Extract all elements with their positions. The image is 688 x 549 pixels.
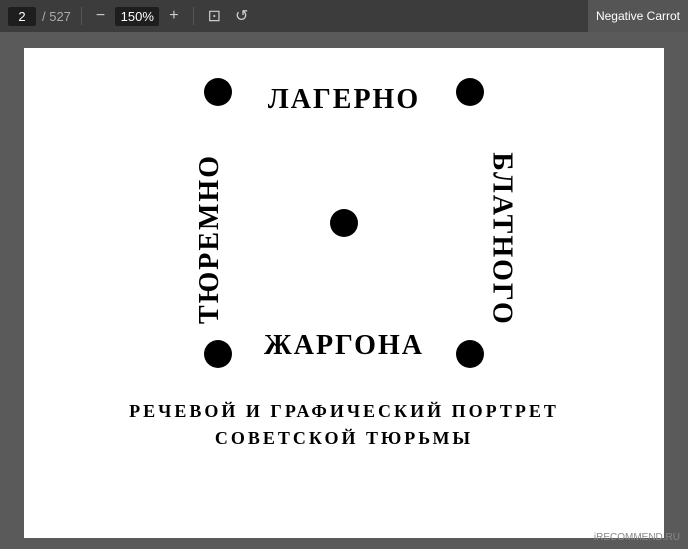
dot-center [330,209,358,237]
dot-top-left [204,78,232,106]
dot-bottom-left [204,340,232,368]
zoom-in-button[interactable]: + [165,5,182,27]
page-number-input[interactable]: 2 [8,7,36,26]
main-area: ЛАГЕРНО ЖАРГОНА ТЮРЕМНО БЛАТНОГО РЕЧЕВОЙ… [0,32,688,549]
zoom-input[interactable]: 150% [115,7,159,26]
dot-bottom-right [456,340,484,368]
subtitle-line-2: СОВЕТСКОЙ ТЮРЬМЫ [129,425,559,452]
label-left: ТЮРЕМНО [194,154,226,324]
toolbar: 2 / 527 − 150% + ⊡ ↺ Negative Carrot [0,0,688,32]
subtitle-line-1: РЕЧЕВОЙ И ГРАФИЧЕСКИЙ ПОРТРЕТ [129,398,559,425]
rotate-button[interactable]: ↺ [231,4,252,28]
document-page: ЛАГЕРНО ЖАРГОНА ТЮРЕМНО БЛАТНОГО РЕЧЕВОЙ… [24,48,664,538]
label-bottom: ЖАРГОНА [264,330,424,362]
dice-graphic: ЛАГЕРНО ЖАРГОНА ТЮРЕМНО БЛАТНОГО [204,78,484,368]
fit-page-button[interactable]: ⊡ [204,4,225,28]
negative-carrot-badge: Negative Carrot [588,0,688,32]
label-right: БЛАТНОГО [486,152,518,326]
divider-2 [193,7,194,25]
watermark: iRECOMMEND.RU [594,532,680,543]
dot-top-right [456,78,484,106]
page-total-label: / 527 [42,9,71,24]
zoom-out-button[interactable]: − [92,5,109,27]
divider-1 [81,7,82,25]
subtitle: РЕЧЕВОЙ И ГРАФИЧЕСКИЙ ПОРТРЕТ СОВЕТСКОЙ … [129,398,559,452]
label-top: ЛАГЕРНО [268,84,420,116]
